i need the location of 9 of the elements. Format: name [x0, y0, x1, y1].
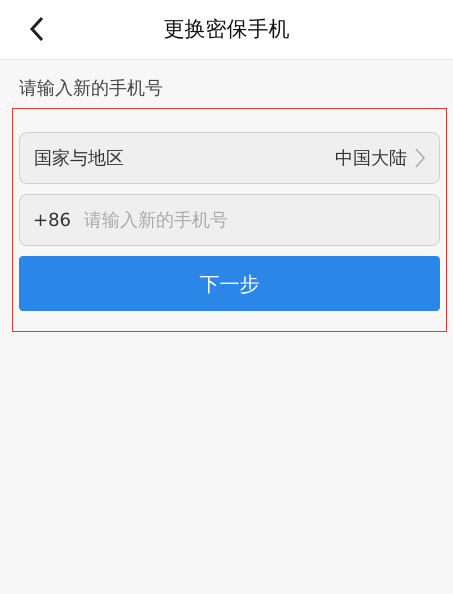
region-value: 中国大陆: [335, 146, 407, 170]
chevron-icon: [415, 148, 425, 168]
region-row[interactable]: 国家与地区 中国大陆: [19, 132, 440, 184]
country-code: +86: [33, 209, 71, 233]
back-icon: [29, 16, 45, 42]
region-label: 国家与地区: [34, 146, 124, 170]
page-title: 更换密保手机: [164, 16, 290, 43]
next-button[interactable]: 下一步: [19, 256, 440, 311]
prompt-text: 请输入新的手机号: [19, 77, 164, 101]
